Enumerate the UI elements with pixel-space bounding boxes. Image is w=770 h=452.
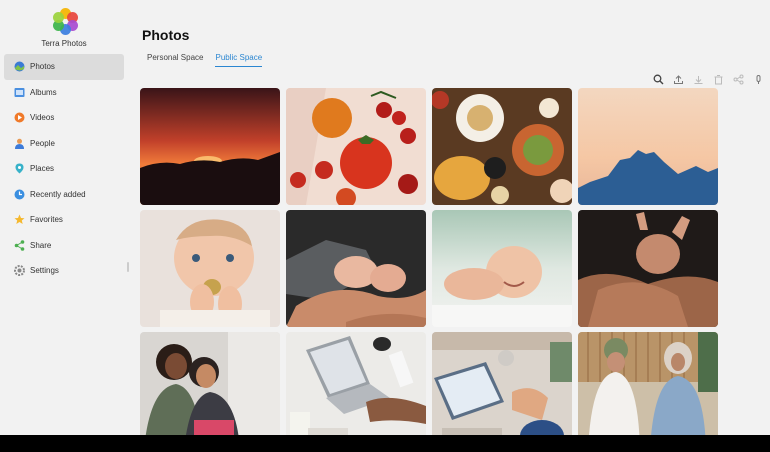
sidebar-item-recently-added[interactable]: Recently added	[4, 182, 124, 208]
sidebar-item-label: Share	[30, 240, 52, 250]
photo-thumbnail[interactable]	[432, 88, 572, 205]
photo-thumbnail[interactable]	[140, 332, 280, 435]
albums-icon	[14, 87, 25, 98]
search-icon[interactable]	[653, 74, 664, 85]
photo-thumbnail[interactable]	[140, 88, 280, 205]
photo-thumbnail[interactable]	[286, 332, 426, 435]
sidebar-item-label: Albums	[30, 87, 57, 97]
download-icon[interactable]	[693, 74, 704, 85]
favorites-icon	[14, 214, 25, 225]
photo-thumbnail[interactable]	[140, 210, 280, 327]
photos-icon	[14, 61, 25, 72]
sidebar-item-label: Favorites	[30, 215, 63, 225]
upload-icon[interactable]	[673, 74, 684, 85]
recently-added-icon	[14, 189, 25, 200]
photo-thumbnail[interactable]	[286, 88, 426, 205]
sidebar-item-label: Photos	[30, 62, 55, 72]
photo-thumbnail[interactable]	[578, 332, 718, 435]
photo-thumbnail[interactable]	[432, 332, 572, 435]
videos-icon	[14, 112, 25, 123]
sidebar-item-places[interactable]: Places	[4, 156, 124, 182]
sidebar: Terra Photos Photos Albums Videos People…	[0, 0, 129, 435]
sidebar-item-label: Places	[30, 164, 55, 174]
places-icon	[14, 163, 25, 174]
people-icon	[14, 138, 25, 149]
sidebar-item-label: Videos	[30, 113, 55, 123]
share-icon[interactable]	[733, 74, 744, 85]
sidebar-item-label: Recently added	[30, 189, 86, 199]
share-icon	[14, 239, 25, 251]
photo-thumbnail[interactable]	[286, 210, 426, 327]
sidebar-item-label: Settings	[30, 266, 59, 276]
tab-personal-space[interactable]: Personal Space	[147, 53, 203, 67]
photo-thumbnail[interactable]	[578, 210, 718, 327]
app-logo-icon	[52, 8, 78, 35]
sidebar-item-videos[interactable]: Videos	[4, 105, 124, 131]
photo-thumbnail[interactable]	[432, 210, 572, 327]
page-title: Photos	[142, 27, 190, 43]
sidebar-item-settings[interactable]: Settings	[4, 258, 124, 284]
main-content: Photos Personal Space Public Space	[128, 0, 770, 435]
sidebar-item-people[interactable]: People	[4, 131, 124, 157]
sidebar-nav: Photos Albums Videos People Places Recen…	[4, 54, 124, 284]
more-icon[interactable]	[753, 74, 764, 85]
photo-toolbar	[653, 74, 764, 85]
delete-icon[interactable]	[713, 74, 724, 85]
tab-public-space[interactable]: Public Space	[215, 53, 263, 67]
sidebar-item-label: People	[30, 138, 55, 148]
sidebar-item-share[interactable]: Share	[4, 233, 124, 259]
photo-thumbnail[interactable]	[578, 88, 718, 205]
settings-icon	[14, 265, 25, 277]
sidebar-item-favorites[interactable]: Favorites	[4, 207, 124, 233]
sidebar-item-albums[interactable]: Albums	[4, 80, 124, 106]
photo-grid	[140, 88, 718, 435]
app-window: Terra Photos Photos Albums Videos People…	[0, 0, 770, 435]
sidebar-item-photos[interactable]: Photos	[4, 54, 124, 80]
app-name: Terra Photos	[41, 39, 87, 48]
space-tabs: Personal Space Public Space	[147, 53, 263, 67]
